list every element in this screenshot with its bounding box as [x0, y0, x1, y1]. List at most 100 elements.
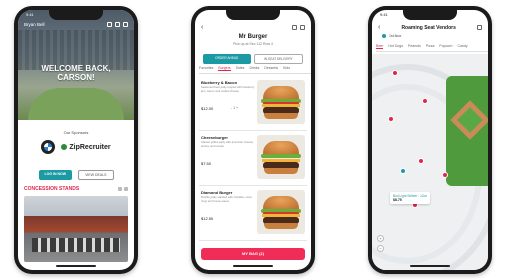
- map-zoom-controls: + −: [377, 235, 384, 252]
- home-indicator: [56, 265, 96, 267]
- sponsors-label: Our Sponsors: [63, 130, 89, 135]
- tab-filter[interactable]: Popcorn: [439, 44, 452, 49]
- tab-category[interactable]: Sides: [236, 66, 245, 71]
- tab-category[interactable]: Kids: [283, 66, 290, 71]
- ticket-icon[interactable]: [107, 22, 112, 27]
- hero-field: [28, 88, 124, 120]
- vendor-pin[interactable]: [442, 172, 448, 178]
- phone-home: 9:41 Bryan Bell WELCOME BACK, CARSON! Ou…: [14, 6, 138, 274]
- concession-stand-photo[interactable]: [24, 196, 128, 262]
- tab-filter[interactable]: Pizza: [426, 44, 435, 49]
- menu-items-list: Blueberry & Bacon Seasoned beef patty to…: [199, 76, 307, 241]
- order-mode-inactive[interactable]: IN-SEAT DELIVERY: [253, 54, 303, 64]
- sponsor-logos: ZipRecruiter: [28, 140, 124, 154]
- quantity-stepper[interactable]: - 1 +: [231, 106, 238, 110]
- status-time: 9:41: [380, 12, 388, 17]
- location-selector[interactable]: 1st floor: [382, 34, 401, 38]
- grid-view-icon[interactable]: [118, 187, 122, 191]
- burger-photo: [257, 190, 305, 234]
- menu-header-icons: [292, 25, 305, 30]
- cart-icon[interactable]: [477, 25, 482, 30]
- bun-top: [263, 86, 299, 100]
- home-top-nav: Bryan Bell: [24, 22, 128, 27]
- tab-category-active[interactable]: Burgers: [218, 66, 231, 71]
- vendor-subtitle: Pick up at Sec 112 Row 4: [233, 42, 273, 46]
- concession-header: CONCESSION STANDS: [24, 186, 128, 192]
- item-price: $12.00: [201, 106, 214, 111]
- bun-bottom: [264, 113, 298, 119]
- item-description: Double patty stacked with cheddar, onion…: [201, 195, 252, 203]
- map-header-icons: [477, 25, 482, 30]
- ziprecruiter-text: ZipRecruiter: [69, 143, 111, 151]
- phone-notch: [49, 10, 103, 20]
- location-label: 1st floor: [389, 34, 402, 38]
- lettuce: [261, 154, 301, 158]
- user-menu[interactable]: Bryan Bell: [24, 22, 45, 27]
- zoom-out-button[interactable]: −: [377, 245, 384, 252]
- item-price: $12.50: [201, 216, 214, 221]
- menu-item[interactable]: Blueberry & Bacon Seasoned beef patty to…: [199, 76, 307, 131]
- tab-category[interactable]: Favorites: [199, 66, 213, 71]
- order-mode-active[interactable]: ORDER AHEAD: [203, 54, 251, 64]
- phone-menu: ‹ Mr Burger Pick up at Sec 112 Row 4 ORD…: [191, 6, 315, 274]
- share-icon[interactable]: [300, 25, 305, 30]
- back-arrow-icon[interactable]: ‹: [201, 24, 203, 31]
- menu-screen: ‹ Mr Burger Pick up at Sec 112 Row 4 ORD…: [195, 10, 311, 270]
- bun-bottom: [264, 223, 298, 229]
- tab-filter[interactable]: Candy: [457, 44, 467, 49]
- tooltip-price: $8.75: [393, 198, 402, 202]
- tab-category[interactable]: Desserts: [264, 66, 278, 71]
- bun-top: [263, 141, 299, 155]
- menu-item[interactable]: Diamond Burger Double patty stacked with…: [199, 186, 307, 241]
- bmw-logo-icon[interactable]: [41, 140, 56, 154]
- back-arrow-icon[interactable]: ‹: [378, 24, 380, 31]
- info-icon[interactable]: [292, 25, 297, 30]
- list-view-icon[interactable]: [124, 187, 128, 191]
- burger-photo: [257, 135, 305, 179]
- selected-vendor-pin[interactable]: [400, 168, 406, 174]
- zoom-in-button[interactable]: +: [377, 235, 384, 242]
- category-tabs: Favorites Burgers Sides Drinks Desserts …: [199, 66, 311, 74]
- tab-filter-active[interactable]: Beer: [376, 44, 384, 49]
- home-nav-icons: [107, 22, 128, 27]
- vendor-pin[interactable]: [418, 158, 424, 164]
- view-bag-button[interactable]: MY BAG (2): [201, 248, 305, 260]
- concession-counter: [32, 238, 120, 252]
- home-indicator: [233, 265, 273, 267]
- map-screen: 9:41 ‹ Roaming Seat Vendors 1st floor Be…: [372, 10, 488, 270]
- vendor-pin[interactable]: [392, 70, 398, 76]
- item-price: $7.50: [201, 161, 212, 166]
- concession-title: CONCESSION STANDS: [24, 186, 80, 192]
- home-indicator: [410, 265, 450, 267]
- item-description: Seasoned beef patty topped with blueberr…: [201, 85, 255, 93]
- vendor-filter-tabs: Beer Hot Dogs Peanuts Pizza Popcorn Cand…: [376, 44, 488, 52]
- welcome-line-2: CARSON!: [57, 73, 95, 82]
- menu-icon[interactable]: [123, 22, 128, 27]
- item-description: Classic grilled patty with american chee…: [201, 140, 254, 148]
- welcome-heading: WELCOME BACK, CARSON!: [18, 64, 134, 82]
- vendor-pin[interactable]: [422, 98, 428, 104]
- page-title: Roaming Seat Vendors: [401, 24, 456, 31]
- tab-filter[interactable]: Hot Dogs: [388, 44, 403, 49]
- vendor-pin[interactable]: [388, 116, 394, 122]
- bun-bottom: [264, 168, 298, 174]
- ziprecruiter-logo[interactable]: ZipRecruiter: [61, 143, 111, 151]
- secondary-button[interactable]: VIEW DEALS: [78, 170, 114, 180]
- vendor-name: Mr Burger: [238, 34, 268, 40]
- tab-filter[interactable]: Peanuts: [408, 44, 421, 49]
- phone-map: 9:41 ‹ Roaming Seat Vendors 1st floor Be…: [368, 6, 492, 274]
- tab-category[interactable]: Drinks: [249, 66, 259, 71]
- burger-photo: [257, 80, 305, 124]
- menu-item[interactable]: Cheeseburger Classic grilled patty with …: [199, 131, 307, 186]
- welcome-line-1: WELCOME BACK,: [41, 64, 111, 73]
- status-time: 9:41: [26, 12, 34, 17]
- bun-top: [263, 196, 299, 210]
- phone-notch: [226, 10, 280, 20]
- screenshot-stage: 9:41 Bryan Bell WELCOME BACK, CARSON! Ou…: [0, 0, 505, 280]
- stadium-map[interactable]: + −: [372, 54, 488, 270]
- menu-header: ‹: [201, 24, 305, 31]
- view-toggle: [118, 187, 128, 191]
- primary-button[interactable]: LOG IN NOW: [38, 170, 73, 180]
- vendor-tooltip[interactable]: Bud Light Seltzer - 12oz $8.75: [390, 192, 431, 204]
- cart-icon[interactable]: [115, 22, 120, 27]
